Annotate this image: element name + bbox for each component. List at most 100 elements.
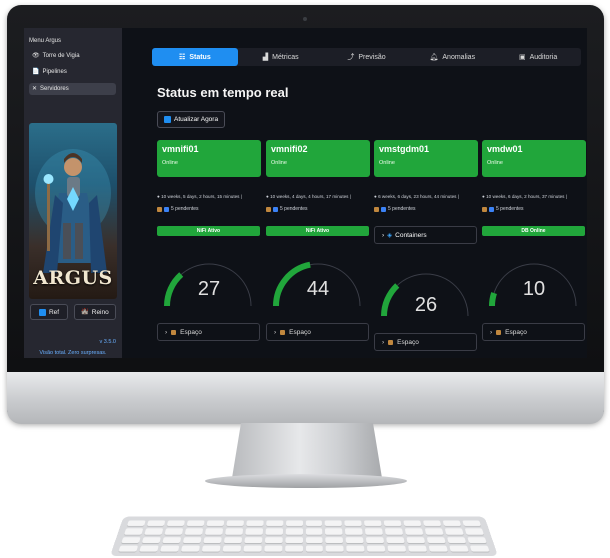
chevron-right-icon: › <box>382 231 385 239</box>
key <box>469 545 490 552</box>
disk-gauge: 10 <box>482 248 586 318</box>
refresh-button[interactable]: Atualizar Agora <box>157 111 226 128</box>
key <box>285 520 303 527</box>
tab-bar: ☷ Status ▟ Métricas ⤴ Previsão 🔔︎ Anomalias … <box>152 48 581 66</box>
key <box>385 528 404 535</box>
service-badge: NiFi Ativo <box>157 226 260 236</box>
key <box>162 536 182 543</box>
sidebar-item-label: Pipelines <box>42 69 67 75</box>
version-label: v 3.5.0 <box>99 339 116 345</box>
key <box>180 545 200 552</box>
disk-gauge: 44 <box>266 248 370 318</box>
refresh-button-label: Atualizar Agora <box>174 116 219 123</box>
uptime-value: 10 weeks, 4 days, 4 hours, 17 minutes | <box>270 194 351 199</box>
docker-icon: ◈ <box>387 232 393 239</box>
disk-gauge: 26 <box>374 258 478 328</box>
clock-icon: ● <box>374 194 377 199</box>
ref-button[interactable]: Ref <box>30 304 68 320</box>
key <box>447 536 467 543</box>
key <box>403 520 422 527</box>
key <box>426 536 446 543</box>
key <box>203 536 222 543</box>
key <box>325 520 343 527</box>
key <box>244 536 263 543</box>
key <box>226 520 244 527</box>
tab-metricas[interactable]: ▟ Métricas <box>238 48 324 66</box>
pending-updates: 5 pendentes <box>266 206 308 212</box>
key <box>285 536 303 543</box>
folder-icon <box>496 329 502 335</box>
tab-previsao[interactable]: ⤴ Previsão <box>324 48 410 66</box>
server-card[interactable]: vmdw01 Online <box>482 140 586 177</box>
space-label: Espaço <box>180 328 202 336</box>
castle-icon: 🏰 <box>81 309 89 315</box>
key <box>265 520 283 527</box>
tab-label: Status <box>189 53 211 61</box>
eye-icon: 👁 <box>32 53 40 59</box>
key <box>345 528 363 535</box>
key <box>126 520 146 527</box>
clock-icon: ● <box>482 194 485 199</box>
tagline: Visão total. Zero surpresas. <box>39 350 107 356</box>
server-status: Online <box>379 160 395 166</box>
space-expander[interactable]: › Espaço <box>482 323 585 341</box>
gauge-value: 44 <box>306 278 330 300</box>
server-name: vmnifi01 <box>162 144 199 154</box>
tab-label: Anomalias <box>442 53 476 61</box>
tab-anomalias[interactable]: 🔔︎ Anomalias <box>409 48 495 66</box>
tab-status[interactable]: ☷ Status <box>152 48 238 66</box>
sidebar-item-servidores[interactable]: ✕ Servidores <box>29 83 116 95</box>
pending-updates: 5 pendentes <box>374 206 416 212</box>
sidebar-item-torre-de-vigia[interactable]: 👁 Torre de Vigia <box>29 50 116 62</box>
space-expander[interactable]: › Espaço <box>266 323 369 341</box>
server-card[interactable]: vmnifi01 Online <box>157 140 261 177</box>
key <box>223 536 242 543</box>
server-status: Online <box>162 160 178 166</box>
tab-auditoria[interactable]: ▣ Auditoria <box>495 48 581 66</box>
checkbox-icon <box>164 116 171 123</box>
package-icon <box>482 206 487 212</box>
server-card[interactable]: vmstgdm01 Online <box>374 140 478 177</box>
folder-icon <box>171 329 177 335</box>
key <box>184 528 203 535</box>
space-label: Espaço <box>397 338 419 346</box>
key <box>386 536 405 543</box>
containers-expander[interactable]: › ◈ Containers <box>374 226 477 244</box>
sidebar-item-pipelines[interactable]: 📄 Pipelines <box>29 66 116 78</box>
bar-chart-icon: ▟ <box>262 54 269 61</box>
server-card[interactable]: vmnifi02 Online <box>266 140 370 177</box>
space-expander[interactable]: › Espaço <box>374 333 477 351</box>
update-icon <box>381 206 386 212</box>
server-status: Online <box>487 160 503 166</box>
key <box>325 528 343 535</box>
key <box>144 528 164 535</box>
key <box>444 528 464 535</box>
space-expander[interactable]: › Espaço <box>157 323 260 341</box>
reino-button-label: Reino <box>91 308 109 316</box>
pending-updates: 5 pendentes <box>157 206 199 212</box>
update-icon <box>273 206 278 212</box>
key <box>366 536 385 543</box>
reino-button[interactable]: 🏰 Reino <box>74 304 116 320</box>
key <box>367 545 386 552</box>
uptime-value: 10 weeks, 6 days, 2 hours, 37 minutes | <box>486 194 567 199</box>
key <box>139 545 159 552</box>
key <box>346 545 365 552</box>
gauge-svg <box>381 273 469 317</box>
key <box>449 545 469 552</box>
key <box>387 545 407 552</box>
sidebar-item-label: Torre de Vigia <box>42 53 80 59</box>
uptime-text: ● 10 weeks, 4 days, 4 hours, 17 minutes … <box>266 194 372 199</box>
key <box>182 536 202 543</box>
page-title: Status em tempo real <box>157 85 289 100</box>
space-label: Espaço <box>505 328 527 336</box>
key <box>245 528 263 535</box>
clock-icon: ● <box>266 194 269 199</box>
key <box>264 536 283 543</box>
checkbox-icon <box>38 308 46 316</box>
key <box>406 536 426 543</box>
server-name: vmdw01 <box>487 144 523 154</box>
server-name: vmstgdm01 <box>379 144 430 154</box>
key <box>423 520 442 527</box>
key <box>464 528 484 535</box>
